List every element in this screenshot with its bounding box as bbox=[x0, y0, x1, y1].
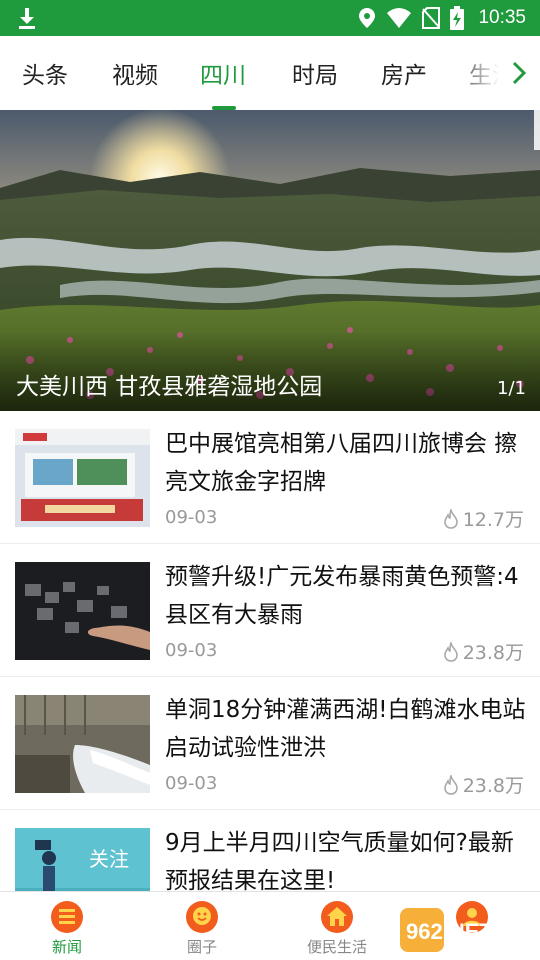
banner-carousel[interactable]: 大美川西 甘孜县雅砻湿地公园 1/1 bbox=[0, 110, 540, 411]
news-title: 单洞18分钟灌满西湖!白鹤滩水电站启动试验性泄洪 bbox=[165, 697, 526, 761]
banner-caption: 大美川西 甘孜县雅砻湿地公园 bbox=[16, 374, 323, 400]
status-time: 10:35 bbox=[478, 7, 526, 28]
nav-label: 圈子 bbox=[186, 938, 217, 956]
no-sim-icon bbox=[422, 7, 441, 29]
news-title: 9月上半月四川空气质量如何?最新预报结果在这里! bbox=[165, 830, 514, 894]
thumbnail-follow-text: 关注 bbox=[89, 847, 129, 871]
svg-text:乐游网: 乐游网 bbox=[466, 940, 511, 958]
home-service-icon bbox=[321, 901, 353, 933]
download-icon bbox=[19, 8, 35, 29]
tab-headlines[interactable]: 头条 bbox=[22, 56, 68, 90]
scrollbar[interactable] bbox=[534, 110, 540, 150]
news-view-count: 12.7万 bbox=[462, 509, 524, 531]
news-views: 23.8万 bbox=[443, 771, 524, 798]
flame-icon bbox=[443, 774, 458, 795]
tab-sichuan[interactable]: 四川 bbox=[200, 56, 246, 90]
tab-real-estate[interactable]: 房产 bbox=[381, 56, 427, 90]
news-list-item[interactable]: 预警升级!广元发布暴雨黄色预警:4县区有大暴雨 09-03 23.8万 bbox=[0, 544, 540, 677]
battery-charging-icon bbox=[450, 6, 465, 30]
news-thumbnail bbox=[15, 562, 150, 660]
wifi-icon bbox=[387, 8, 412, 28]
status-bar: 10:35 bbox=[0, 0, 540, 36]
news-thumbnail bbox=[15, 695, 150, 793]
news-title: 巴中展馆亮相第八届四川旅博会 擦亮文旅金字招牌 bbox=[165, 431, 518, 495]
nav-life-services[interactable]: 便民生活 bbox=[282, 892, 392, 960]
tab-video[interactable]: 视频 bbox=[112, 56, 158, 90]
chevron-right-icon[interactable] bbox=[506, 59, 532, 87]
news-date: 09-03 bbox=[165, 507, 218, 528]
flame-icon bbox=[443, 508, 458, 529]
news-date: 09-03 bbox=[165, 640, 218, 661]
nav-news[interactable]: 新闻 bbox=[12, 892, 122, 960]
news-list-item[interactable]: 巴中展馆亮相第八届四川旅博会 擦亮文旅金字招牌 09-03 12.7万 bbox=[0, 411, 540, 544]
news-views: 23.8万 bbox=[443, 638, 524, 665]
news-views: 12.7万 bbox=[443, 505, 524, 532]
flame-icon bbox=[443, 641, 458, 662]
tab-current-affairs[interactable]: 时局 bbox=[292, 56, 338, 90]
nav-label: 新闻 bbox=[51, 938, 82, 956]
banner-page-counter: 1/1 bbox=[497, 378, 526, 399]
nav-circle[interactable]: 圈子 bbox=[147, 892, 257, 960]
news-icon bbox=[51, 901, 83, 933]
news-date: 09-03 bbox=[165, 773, 218, 794]
channel-tab-bar: 头条 视频 四川 时局 房产 生活 bbox=[0, 36, 540, 110]
news-title: 预警升级!广元发布暴雨黄色预警:4县区有大暴雨 bbox=[165, 564, 519, 628]
news-list-item[interactable]: 单洞18分钟灌满西湖!白鹤滩水电站启动试验性泄洪 09-03 23.8万 bbox=[0, 677, 540, 810]
site-watermark-logo: 962.NET 乐游网 bbox=[400, 908, 511, 958]
news-view-count: 23.8万 bbox=[462, 775, 524, 797]
news-thumbnail bbox=[15, 429, 150, 527]
nav-label: 便民生活 bbox=[306, 938, 367, 956]
news-view-count: 23.8万 bbox=[462, 642, 524, 664]
news-list: 巴中展馆亮相第八届四川旅博会 擦亮文旅金字招牌 09-03 12.7万 预警升级… bbox=[0, 411, 540, 943]
location-icon bbox=[359, 8, 376, 28]
circle-icon bbox=[186, 901, 218, 933]
